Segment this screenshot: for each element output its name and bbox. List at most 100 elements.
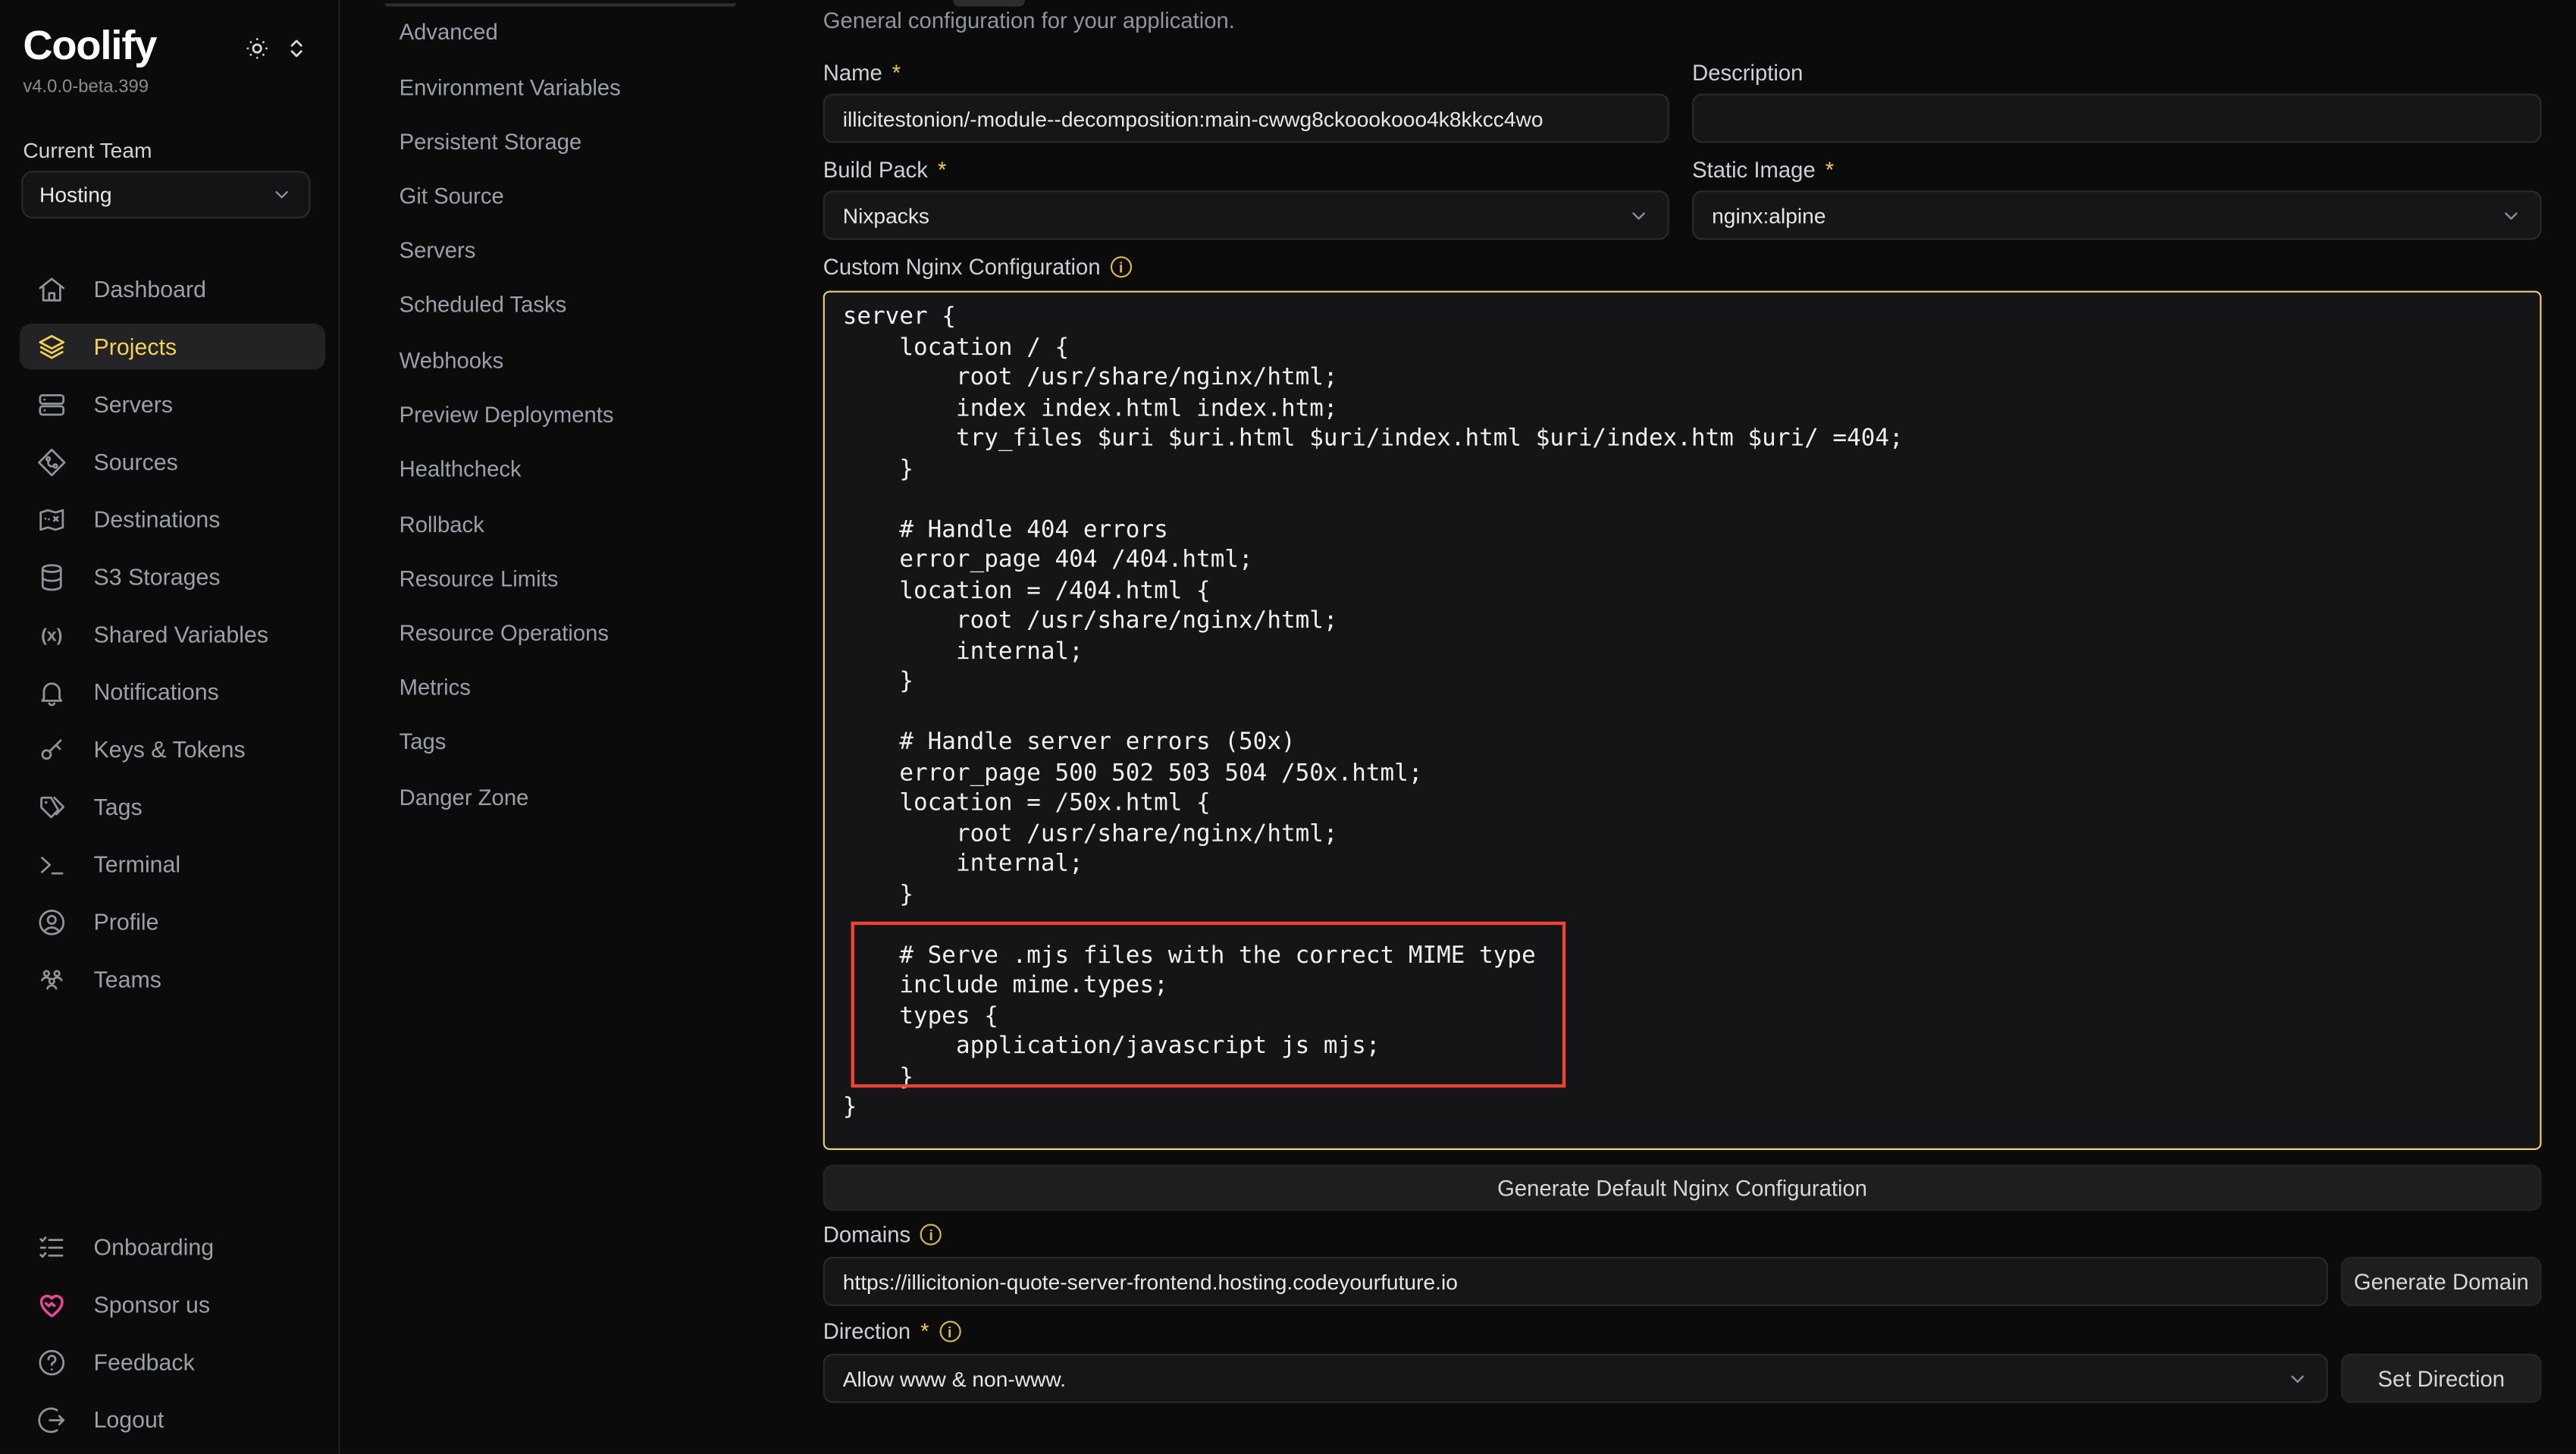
sidebar-item-terminal[interactable]: Terminal — [20, 841, 325, 888]
subnav-item-tags[interactable]: Tags — [400, 729, 447, 757]
app-version: v4.0.0-beta.399 — [23, 77, 149, 97]
domains-input[interactable] — [823, 1257, 2328, 1306]
sidebar-item-label: Dashboard — [94, 276, 206, 302]
subnav-item-scheduled-tasks[interactable]: Scheduled Tasks — [400, 293, 567, 321]
sidebar-item-label: Tags — [94, 794, 143, 820]
set-direction-button[interactable]: Set Direction — [2341, 1354, 2541, 1403]
domains-label: Domains — [823, 1222, 942, 1247]
bell-icon — [36, 676, 67, 707]
sidebar-item-label: Projects — [94, 334, 177, 360]
subnav-item-preview-deployments[interactable]: Preview Deployments — [400, 403, 614, 431]
name-label: Name* — [823, 61, 901, 86]
sidebar-item-label: Shared Variables — [94, 621, 269, 647]
sidebar-item-label: Sponsor us — [94, 1291, 210, 1318]
sun-icon — [243, 35, 271, 63]
sidebar-item-label: Feedback — [94, 1349, 195, 1375]
page-description: General configuration for your applicati… — [823, 8, 1235, 33]
chevrons-up-down-icon — [283, 35, 311, 63]
sidebar-item-profile[interactable]: Profile — [20, 898, 325, 945]
subnav-item-persistent-storage[interactable]: Persistent Storage — [400, 130, 582, 158]
checklist-icon — [36, 1231, 67, 1262]
sidebar-item-teams[interactable]: Teams — [20, 956, 325, 1002]
static-image-select-value: nginx:alpine — [1712, 203, 1825, 228]
direction-select[interactable]: Allow www & non-www. — [823, 1354, 2328, 1403]
chevron-down-icon — [271, 184, 293, 205]
tags-icon — [36, 791, 67, 822]
nginx-config-editor[interactable]: server { location / { root /usr/share/ng… — [823, 291, 2542, 1150]
app-logo: Coolify — [23, 23, 156, 71]
name-input[interactable] — [823, 94, 1669, 143]
sidebar-item-sponsor-us[interactable]: Sponsor us — [20, 1281, 325, 1327]
subnav-item-webhooks[interactable]: Webhooks — [400, 348, 504, 376]
subnav-item-environment-variables[interactable]: Environment Variables — [400, 76, 621, 104]
heart-hands-icon — [36, 1289, 67, 1320]
sidebar-item-label: Profile — [94, 908, 159, 935]
chevron-down-icon — [2287, 1368, 2308, 1389]
info-icon[interactable] — [1111, 256, 1132, 277]
active-tab-fragment — [953, 0, 1025, 7]
sidebar-item-sources[interactable]: Sources — [20, 439, 325, 485]
description-label: Description — [1692, 61, 1803, 86]
subnav-item-servers[interactable]: Servers — [400, 238, 476, 266]
sidebar-item-label: Notifications — [94, 678, 219, 705]
sidebar-item-logout[interactable]: Logout — [20, 1396, 325, 1443]
theme-toggle-button[interactable] — [243, 35, 271, 63]
team-select[interactable]: Hosting — [21, 171, 310, 218]
subnav-item-resource-limits[interactable]: Resource Limits — [400, 567, 559, 595]
subnav-top-divider — [384, 3, 736, 6]
description-input[interactable] — [1692, 94, 2541, 143]
subnav-item-rollback[interactable]: Rollback — [400, 512, 484, 541]
subnav-item-git-source[interactable]: Git Source — [400, 184, 504, 212]
subnav-item-advanced[interactable]: Advanced — [400, 20, 498, 48]
subnav-item-resource-operations[interactable]: Resource Operations — [400, 621, 609, 649]
layers-icon — [36, 331, 67, 362]
direction-select-value: Allow www & non-www. — [843, 1366, 1066, 1391]
required-asterisk: * — [892, 61, 901, 86]
svg-text:(x): (x) — [41, 624, 62, 644]
sidebar-collapse-button[interactable] — [283, 35, 311, 63]
key-icon — [36, 734, 67, 765]
info-icon[interactable] — [939, 1321, 961, 1342]
sidebar-item-label: Servers — [94, 391, 174, 418]
current-team-label: Current Team — [23, 138, 152, 163]
static-image-label: Static Image* — [1692, 158, 1834, 183]
subnav-item-metrics[interactable]: Metrics — [400, 675, 471, 703]
server-icon — [36, 389, 67, 420]
nginx-config-text: server { location / { root /usr/share/ng… — [825, 293, 2540, 1133]
sidebar-item-destinations[interactable]: Destinations — [20, 496, 325, 542]
generate-default-nginx-button[interactable]: Generate Default Nginx Configuration — [823, 1164, 2542, 1211]
sidebar-item-notifications[interactable]: Notifications — [20, 669, 325, 715]
info-icon[interactable] — [920, 1224, 942, 1245]
sidebar-item-onboarding[interactable]: Onboarding — [20, 1224, 325, 1270]
static-image-select[interactable]: nginx:alpine — [1692, 190, 2541, 240]
map-icon — [36, 503, 67, 534]
sidebar-item-label: Sources — [94, 449, 178, 475]
sidebar-item-label: Onboarding — [94, 1233, 215, 1260]
subnav-item-danger-zone[interactable]: Danger Zone — [400, 785, 529, 813]
generate-domain-button[interactable]: Generate Domain — [2341, 1257, 2541, 1306]
sidebar-item-projects[interactable]: Projects — [20, 324, 325, 370]
help-circle-icon — [36, 1346, 67, 1377]
sidebar-item-label: Teams — [94, 966, 161, 992]
required-asterisk: * — [920, 1319, 929, 1344]
sidebar-item-feedback[interactable]: Feedback — [20, 1339, 325, 1385]
home-icon — [36, 274, 67, 305]
sidebar-item-shared-variables[interactable]: (x) Shared Variables — [20, 611, 325, 657]
app-window: Coolify v4.0.0-beta.399 Current Team Hos… — [0, 0, 2576, 1454]
sidebar-item-tags[interactable]: Tags — [20, 784, 325, 830]
build-pack-label: Build Pack* — [823, 158, 947, 183]
required-asterisk: * — [938, 158, 946, 183]
sidebar-item-keys-tokens[interactable]: Keys & Tokens — [20, 726, 325, 772]
sidebar-item-dashboard[interactable]: Dashboard — [20, 266, 325, 312]
main-sidebar: Coolify v4.0.0-beta.399 Current Team Hos… — [0, 0, 340, 1454]
terminal-icon — [36, 848, 67, 879]
sidebar-item-servers[interactable]: Servers — [20, 381, 325, 428]
database-icon — [36, 561, 67, 592]
sidebar-item-label: Terminal — [94, 851, 181, 878]
variables-icon: (x) — [36, 619, 67, 650]
subnav-item-healthcheck[interactable]: Healthcheck — [400, 456, 522, 484]
build-pack-select-value: Nixpacks — [843, 203, 929, 228]
git-source-icon — [36, 446, 67, 477]
build-pack-select[interactable]: Nixpacks — [823, 190, 1669, 240]
sidebar-item-s3-storages[interactable]: S3 Storages — [20, 553, 325, 600]
